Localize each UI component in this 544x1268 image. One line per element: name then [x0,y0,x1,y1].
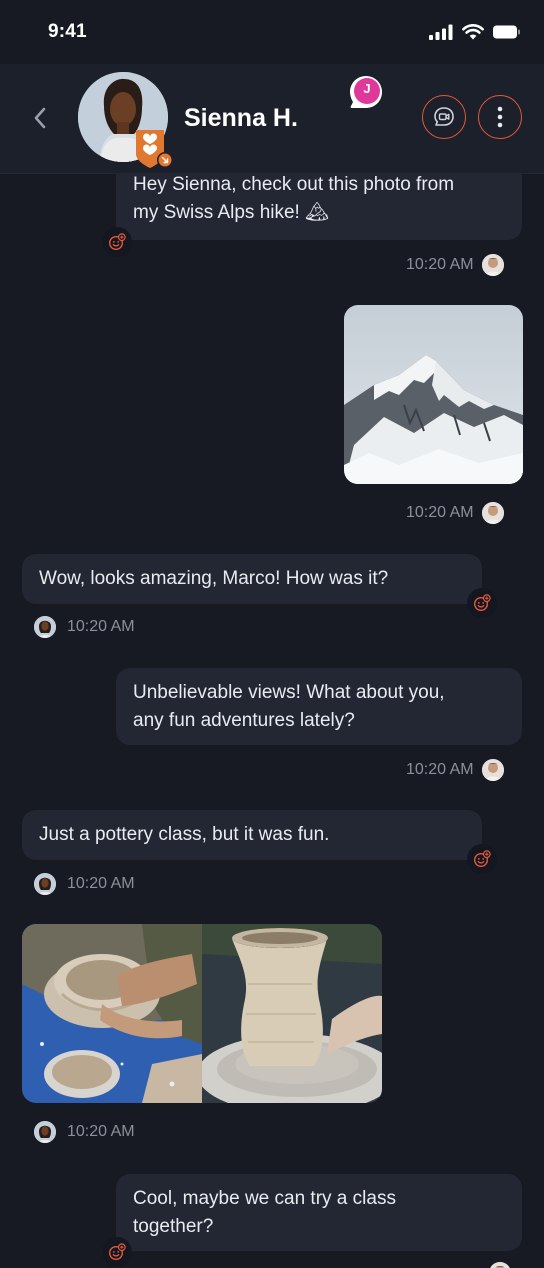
message-time: 10:20 AM [406,761,474,778]
mention-initial: J [363,81,371,96]
woman-avatar-icon [34,616,56,638]
message-text: Unbelievable views! What about you, [133,682,445,703]
video-call-button[interactable] [422,95,466,139]
message-text: any fun adventures lately? [133,710,355,731]
message-bubble-outgoing[interactable]: Hey Sienna, check out this photo from my… [116,174,522,240]
message-text: Cool, maybe we can try a class [133,1188,396,1209]
clay-vase-image [202,924,382,1103]
sender-avatar [481,759,504,781]
message-time: 10:20 AM [406,504,474,521]
add-reaction-button[interactable] [102,1237,132,1267]
chevron-left-icon [34,107,46,129]
message-time: 10:20 AM [67,1123,135,1140]
message-image-pottery-bowl[interactable] [22,924,202,1103]
message-text: Hey Sienna, check out this photo from [133,174,455,195]
woman-avatar-icon [34,1121,56,1143]
man-avatar-icon [481,759,504,781]
message-image-clay-vase[interactable] [202,924,382,1103]
add-reaction-button[interactable] [467,588,497,618]
message-bubble-outgoing[interactable]: Unbelievable views! What about you, any … [116,668,522,745]
status-time: 9:41 [48,21,87,42]
smiley-add-icon [108,1243,126,1261]
message-meta: 10:20 AM [34,873,135,895]
mention-indicator[interactable]: J [348,74,384,110]
sender-avatar [481,254,504,276]
level-badge-icon [136,130,173,168]
back-button[interactable] [26,102,54,134]
message-bubble-incoming[interactable]: Wow, looks amazing, Marco! How was it? [22,554,482,604]
sender-avatar [489,1262,511,1268]
smiley-add-icon [473,594,491,612]
pottery-wheel-bowl-image [22,924,202,1103]
battery-icon [493,25,520,39]
smiley-add-icon [473,850,491,868]
status-bar: 9:41 [0,0,544,64]
signal-icon [429,24,453,40]
contact-name[interactable]: Sienna H. [184,104,298,133]
message-text: together? [133,1216,214,1237]
man-avatar-icon [481,254,504,276]
message-bubble-incoming[interactable]: Just a pottery class, but it was fun. [22,810,482,860]
message-meta: 10:20 AM [406,502,504,524]
message-time: 10:20 AM [67,875,135,892]
message-text: my Swiss Alps hike! 🏔 [133,202,330,223]
more-options-button[interactable] [478,95,522,139]
man-avatar-icon [481,502,504,524]
snowy-mountain-image [344,305,523,484]
sender-avatar [34,873,56,895]
message-text: Wow, looks amazing, Marco! How was it? [39,568,389,589]
wifi-icon [462,24,484,40]
message-list[interactable]: Hey Sienna, check out this photo from my… [0,174,544,1268]
man-avatar-icon [489,1262,511,1268]
message-time: 10:20 AM [406,256,474,273]
add-reaction-button[interactable] [467,844,497,874]
message-meta: 10:20 AM [34,616,135,638]
add-reaction-button[interactable] [102,227,132,257]
message-image-mountain[interactable] [344,305,523,484]
video-chat-icon [434,107,454,126]
message-bubble-outgoing[interactable]: Cool, maybe we can try a class together? [116,1174,522,1251]
more-vertical-icon [497,106,503,128]
message-meta: 10:20 AM [406,254,504,276]
message-text: Just a pottery class, but it was fun. [39,824,330,845]
sender-avatar [34,616,56,638]
woman-avatar-icon [34,873,56,895]
chat-header: Sienna H. J [0,64,544,174]
message-meta: 10:20 AM [34,1121,135,1143]
smiley-add-icon [108,233,126,251]
sender-avatar [481,502,504,524]
message-time: 10:20 AM [67,618,135,635]
message-meta: 10:20 AM [406,759,504,781]
status-icons [429,24,520,40]
sender-avatar [34,1121,56,1143]
